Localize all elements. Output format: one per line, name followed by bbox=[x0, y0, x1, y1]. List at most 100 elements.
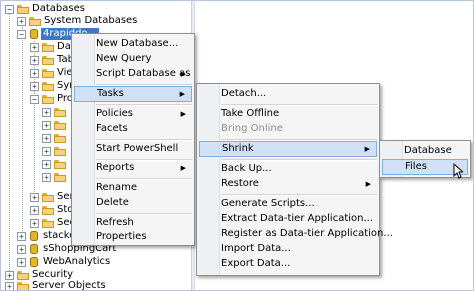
menu-item-label: Shrink bbox=[222, 143, 254, 154]
tasks-submenu: Detach... Take Offline Bring Online Shri… bbox=[196, 83, 393, 276]
chevron-right-icon: ▶ bbox=[180, 70, 186, 78]
menu-item-take-offline[interactable]: Take Offline bbox=[199, 106, 377, 122]
menu-item-properties[interactable]: Properties bbox=[74, 229, 192, 245]
expand-icon[interactable]: + bbox=[30, 43, 39, 52]
menu-item-script-database-as[interactable]: Script Database as ▶ bbox=[74, 66, 192, 82]
chevron-right-icon: ▶ bbox=[180, 164, 186, 172]
expand-icon[interactable]: + bbox=[42, 121, 51, 130]
expand-icon[interactable]: + bbox=[30, 82, 39, 91]
menu-item-tasks[interactable]: Tasks ▶ bbox=[74, 86, 192, 102]
menu-item-label: Bring Online bbox=[221, 123, 283, 134]
chevron-right-icon: ▶ bbox=[365, 180, 371, 188]
folder-icon bbox=[54, 147, 66, 156]
expand-icon[interactable]: + bbox=[17, 258, 26, 267]
folder-icon bbox=[29, 17, 41, 26]
menu-item-policies[interactable]: Policies ▶ bbox=[74, 106, 192, 122]
expand-icon[interactable]: + bbox=[42, 134, 51, 143]
menu-item-detach[interactable]: Detach... bbox=[199, 86, 377, 102]
expand-icon[interactable]: + bbox=[30, 193, 39, 202]
menu-item-label: Start PowerShell bbox=[96, 143, 179, 154]
menu-item-label: Register as Data-tier Application... bbox=[221, 228, 393, 239]
folder-icon bbox=[17, 5, 29, 14]
expand-icon[interactable]: + bbox=[30, 206, 39, 215]
menu-item-label: Policies bbox=[96, 108, 133, 119]
folder-icon bbox=[17, 282, 29, 290]
menu-item-label: Files bbox=[405, 161, 427, 172]
menu-item-export-data[interactable]: Export Data... bbox=[199, 256, 377, 272]
tree-guide-line bbox=[22, 27, 23, 237]
folder-icon bbox=[42, 193, 54, 202]
folder-icon bbox=[54, 160, 66, 169]
menu-item-delete[interactable]: Delete bbox=[74, 195, 192, 211]
expand-icon[interactable]: + bbox=[30, 219, 39, 228]
folder-icon bbox=[54, 134, 66, 143]
expand-icon[interactable]: + bbox=[42, 160, 51, 169]
folder-icon bbox=[42, 82, 54, 91]
menu-item-rename[interactable]: Rename bbox=[74, 180, 192, 196]
menu-item-label: Take Offline bbox=[221, 108, 280, 119]
menu-item-label: Export Data... bbox=[221, 258, 291, 269]
menu-item-shrink-database[interactable]: Database bbox=[382, 143, 468, 159]
tree-node-label: WebAnalytics bbox=[43, 256, 111, 267]
expand-icon[interactable]: + bbox=[42, 147, 51, 156]
collapse-icon[interactable]: − bbox=[17, 30, 26, 39]
menu-item-label: Restore bbox=[221, 178, 259, 189]
menu-item-facets[interactable]: Facets bbox=[74, 121, 192, 137]
expand-icon[interactable]: + bbox=[17, 245, 26, 254]
database-icon bbox=[30, 231, 38, 241]
menu-item-label: Generate Scripts... bbox=[221, 198, 315, 209]
database-icon bbox=[30, 257, 38, 267]
expand-icon[interactable]: + bbox=[5, 271, 14, 280]
menu-item-generate-scripts[interactable]: Generate Scripts... bbox=[199, 196, 377, 212]
menu-item-start-powershell[interactable]: Start PowerShell bbox=[74, 141, 192, 157]
folder-icon bbox=[54, 108, 66, 117]
tree-node-label: Server Objects bbox=[32, 280, 106, 290]
menu-item-new-query[interactable]: New Query bbox=[74, 51, 192, 67]
menu-item-new-database[interactable]: New Database... bbox=[74, 36, 192, 52]
expand-icon[interactable]: + bbox=[17, 232, 26, 241]
expand-icon[interactable]: + bbox=[30, 56, 39, 65]
menu-item-reports[interactable]: Reports ▶ bbox=[74, 160, 192, 176]
database-context-menu: New Database... New Query Script Databas… bbox=[71, 33, 195, 246]
menu-item-register-data-tier[interactable]: Register as Data-tier Application... bbox=[199, 226, 393, 242]
collapse-icon[interactable]: − bbox=[30, 95, 39, 104]
menu-item-label: Extract Data-tier Application... bbox=[221, 213, 374, 224]
folder-icon bbox=[54, 173, 66, 182]
menu-item-label: Tasks bbox=[97, 88, 124, 99]
menu-item-label: Rename bbox=[96, 182, 138, 193]
expand-icon[interactable]: + bbox=[5, 282, 14, 290]
menu-item-restore[interactable]: Restore ▶ bbox=[199, 176, 377, 192]
database-icon bbox=[30, 244, 38, 254]
menu-item-label: New Query bbox=[96, 53, 152, 64]
folder-icon bbox=[42, 43, 54, 52]
menu-item-import-data[interactable]: Import Data... bbox=[199, 241, 377, 257]
menu-item-extract-data-tier[interactable]: Extract Data-tier Application... bbox=[199, 211, 377, 227]
expand-icon[interactable]: + bbox=[42, 108, 51, 117]
chevron-right-icon: ▶ bbox=[364, 145, 370, 153]
menu-item-shrink[interactable]: Shrink ▶ bbox=[199, 141, 377, 157]
folder-icon bbox=[42, 206, 54, 215]
folder-icon bbox=[42, 69, 54, 78]
expand-icon[interactable]: + bbox=[30, 69, 39, 78]
collapse-icon[interactable]: − bbox=[5, 5, 14, 14]
folder-icon bbox=[42, 219, 54, 228]
menu-item-label: Import Data... bbox=[221, 243, 291, 254]
tree-node-label: Databases bbox=[32, 3, 85, 14]
expand-icon[interactable]: + bbox=[17, 17, 26, 26]
database-icon bbox=[30, 29, 38, 39]
chevron-right-icon: ▶ bbox=[180, 110, 186, 118]
ssms-window: − Databases + System Databases − 4rapidd… bbox=[0, 0, 474, 291]
folder-icon bbox=[17, 271, 29, 280]
menu-item-label: Properties bbox=[96, 231, 147, 242]
menu-item-label: Back Up... bbox=[221, 163, 272, 174]
menu-item-label: Database bbox=[404, 145, 452, 156]
folder-icon bbox=[54, 121, 66, 130]
menu-item-back-up[interactable]: Back Up... bbox=[199, 161, 377, 177]
menu-item-label: Reports bbox=[96, 162, 135, 173]
menu-item-label: New Database... bbox=[96, 38, 179, 49]
expand-icon[interactable]: + bbox=[42, 173, 51, 182]
menu-item-label: Refresh bbox=[96, 217, 134, 228]
folder-icon bbox=[42, 95, 54, 104]
menu-item-label: Delete bbox=[96, 197, 129, 208]
menu-item-label: Facets bbox=[96, 123, 128, 134]
